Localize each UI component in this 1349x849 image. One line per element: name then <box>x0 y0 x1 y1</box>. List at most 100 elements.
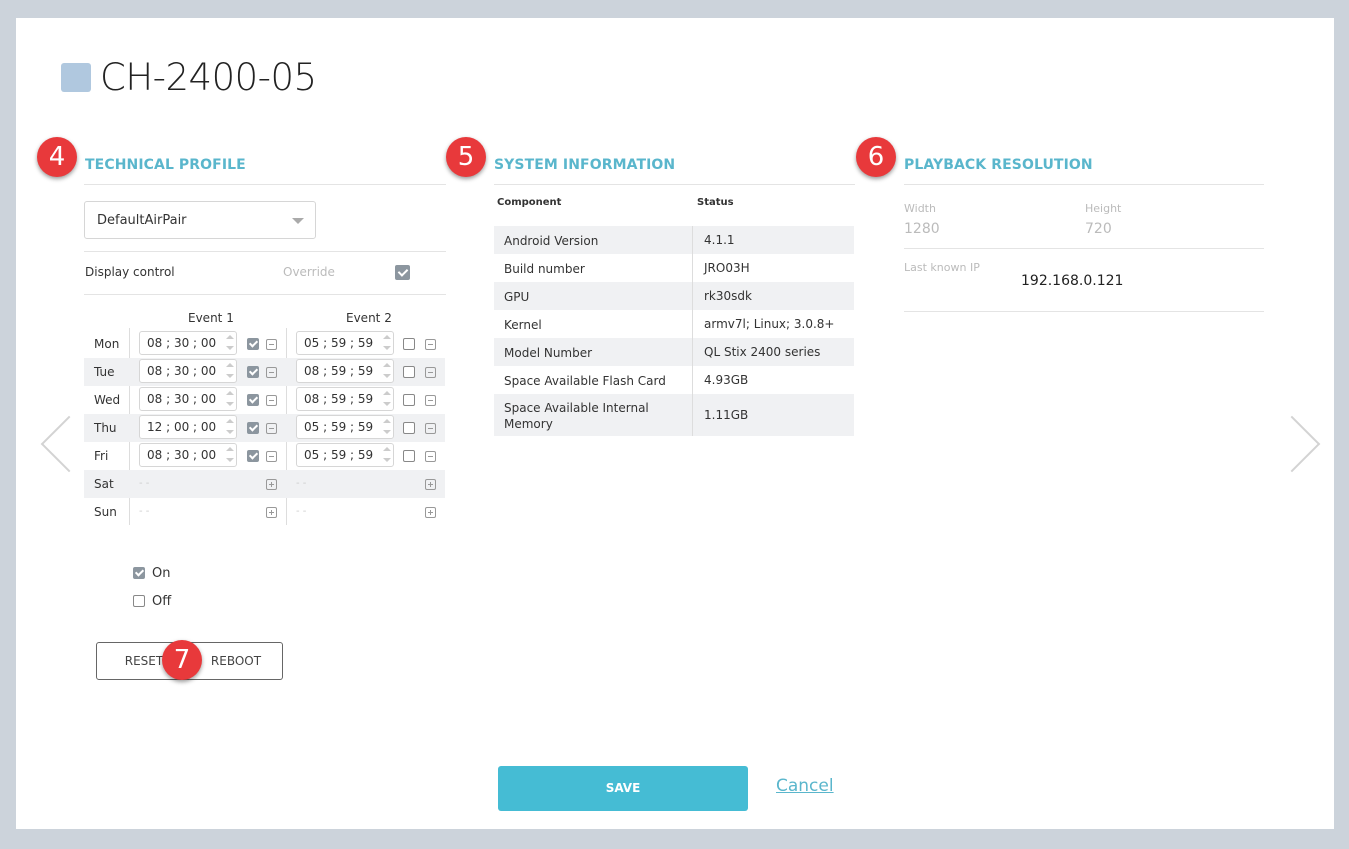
event1-checkbox[interactable] <box>247 366 259 378</box>
display-control-label: Display control <box>85 265 175 279</box>
step-badge-5: 5 <box>446 137 486 177</box>
event2-time-input[interactable]: 08 ; 59 ; 59 PM <box>296 359 394 400</box>
divider <box>84 294 446 295</box>
table-row: Kernel armv7l; Linux; 3.0.8+ <box>494 310 854 338</box>
device-color-swatch <box>61 63 91 92</box>
playback-resolution-title: PLAYBACK RESOLUTION <box>904 157 1093 173</box>
table-row: Space Available Flash Card 4.93GB <box>494 366 854 394</box>
table-row: Build number JRO03H <box>494 254 854 282</box>
status-column-header: Status <box>697 197 734 208</box>
schedule-row-wed: Wed 08 ; 30 ; 00 AM 08 ; 59 ; 59 PM <box>84 386 445 428</box>
step-badge-6: 6 <box>856 137 896 177</box>
schedule-row-mon: Mon 08 ; 30 ; 00 AM 05 ; 59 ; 59 PM <box>84 330 445 372</box>
technical-profile-select[interactable]: DefaultAirPair <box>84 201 316 239</box>
event1-header: Event 1 <box>188 311 234 325</box>
cancel-link[interactable]: Cancel <box>776 776 834 796</box>
remove-event2-icon[interactable] <box>425 451 436 462</box>
event2-checkbox[interactable] <box>403 450 415 462</box>
width-value: 1280 <box>904 221 940 237</box>
schedule-row-tue: Tue 08 ; 30 ; 00 AM 08 ; 59 ; 59 PM <box>84 358 445 400</box>
height-value: 720 <box>1085 221 1112 237</box>
add-event1-icon[interactable] <box>266 479 277 490</box>
event2-time-input[interactable]: 05 ; 59 ; 59 PM <box>296 415 394 456</box>
on-label: On <box>152 566 171 581</box>
event1-time-input[interactable]: 08 ; 30 ; 00 AM <box>139 331 237 372</box>
table-row: Model Number QL Stix 2400 series <box>494 338 854 366</box>
off-checkbox[interactable] <box>133 595 145 607</box>
divider <box>904 311 1264 312</box>
height-label: Height <box>1085 202 1122 215</box>
remove-event2-icon[interactable] <box>425 367 436 378</box>
day-label: Sun <box>94 505 117 519</box>
event1-empty: - - <box>139 478 150 489</box>
remove-event2-icon[interactable] <box>425 395 436 406</box>
event2-empty: - - <box>296 478 307 489</box>
event1-checkbox[interactable] <box>247 450 259 462</box>
width-label: Width <box>904 202 936 215</box>
event2-checkbox[interactable] <box>403 338 415 350</box>
reboot-button[interactable]: REBOOT <box>190 642 283 680</box>
remove-event1-icon[interactable] <box>266 395 277 406</box>
table-row: Space Available Internal Memory 1.11GB <box>494 394 854 436</box>
table-row: GPU rk30sdk <box>494 282 854 310</box>
event1-time-input[interactable]: 08 ; 30 ; 00 AM <box>139 387 237 428</box>
day-label: Tue <box>94 365 115 379</box>
remove-event1-icon[interactable] <box>266 423 277 434</box>
technical-profile-value: DefaultAirPair <box>97 213 187 228</box>
event2-time-input[interactable]: 08 ; 59 ; 59 PM <box>296 387 394 428</box>
chevron-down-icon <box>292 218 304 224</box>
step-badge-4: 4 <box>37 137 77 177</box>
day-label: Sat <box>94 477 114 491</box>
page-title: CH-2400-05 <box>100 56 317 99</box>
component-column-header: Component <box>497 197 562 208</box>
remove-event1-icon[interactable] <box>266 451 277 462</box>
add-event2-icon[interactable] <box>425 507 436 518</box>
schedule-row-sun: Sun - - - - <box>84 498 445 526</box>
event1-checkbox[interactable] <box>247 394 259 406</box>
event1-checkbox[interactable] <box>247 422 259 434</box>
schedule-row-thu: Thu 12 ; 00 ; 00 AM 05 ; 59 ; 59 PM <box>84 414 445 456</box>
event2-checkbox[interactable] <box>403 422 415 434</box>
day-label: Fri <box>94 449 109 463</box>
page-header: CH-2400-05 <box>61 56 317 99</box>
event1-time-input[interactable]: 08 ; 30 ; 00 AM <box>139 443 237 484</box>
event2-time-input[interactable]: 05 ; 59 ; 59 PM <box>296 331 394 372</box>
override-label: Override <box>283 265 335 279</box>
table-row: Android Version 4.1.1 <box>494 226 854 254</box>
event2-header: Event 2 <box>346 311 392 325</box>
event1-time-input[interactable]: 08 ; 30 ; 00 AM <box>139 359 237 400</box>
technical-profile-title: TECHNICAL PROFILE <box>85 157 246 173</box>
save-button[interactable]: SAVE <box>498 766 748 811</box>
add-event2-icon[interactable] <box>425 479 436 490</box>
event1-time-input[interactable]: 12 ; 00 ; 00 AM <box>139 415 237 456</box>
event2-checkbox[interactable] <box>403 366 415 378</box>
event2-checkbox[interactable] <box>403 394 415 406</box>
event2-empty: - - <box>296 506 307 517</box>
off-label: Off <box>152 594 172 609</box>
event2-time-input[interactable]: 05 ; 59 ; 59 PM <box>296 443 394 484</box>
system-information-title: SYSTEM INFORMATION <box>494 157 676 173</box>
section-divider <box>904 184 1264 185</box>
schedule-row-sat: Sat - - - - <box>84 470 445 498</box>
event1-empty: - - <box>139 506 150 517</box>
day-label: Wed <box>94 393 121 407</box>
remove-event2-icon[interactable] <box>425 423 436 434</box>
section-divider <box>84 184 446 185</box>
system-info-table: Android Version 4.1.1 Build number JRO03H … <box>494 226 854 436</box>
on-checkbox[interactable] <box>133 567 145 579</box>
day-label: Mon <box>94 337 120 351</box>
event1-checkbox[interactable] <box>247 338 259 350</box>
divider <box>84 251 446 252</box>
step-badge-7: 7 <box>162 640 202 680</box>
override-checkbox[interactable] <box>395 265 410 280</box>
last-ip-label: Last known IP <box>904 261 980 274</box>
add-event1-icon[interactable] <box>266 507 277 518</box>
remove-event1-icon[interactable] <box>266 367 277 378</box>
schedule-row-fri: Fri 08 ; 30 ; 00 AM 05 ; 59 ; 59 PM <box>84 442 445 484</box>
day-label: Thu <box>94 421 117 435</box>
remove-event1-icon[interactable] <box>266 339 277 350</box>
last-ip-value: 192.168.0.121 <box>1021 273 1124 289</box>
divider <box>904 248 1264 249</box>
remove-event2-icon[interactable] <box>425 339 436 350</box>
section-divider <box>494 184 855 185</box>
